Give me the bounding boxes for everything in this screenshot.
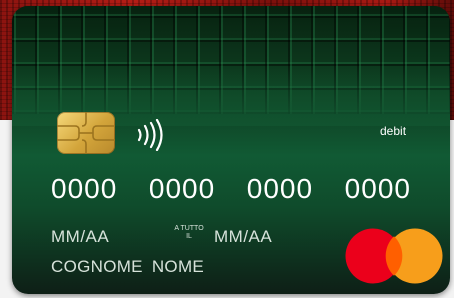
card-number-group: 0000: [344, 173, 411, 204]
mastercard-logo-icon: [345, 228, 443, 284]
emv-chip-icon: [57, 112, 115, 154]
issue-date: MM/AA: [51, 227, 110, 246]
card-number-group: 0000: [148, 173, 216, 204]
valid-thru-label: A TUTTO IL: [174, 225, 204, 240]
card-number: 0000 0000 0000 0000: [51, 173, 411, 205]
card-number-group: 0000: [246, 173, 314, 204]
card-type-label: debit: [380, 124, 407, 138]
cardholder-name: COGNOME NOME: [51, 257, 205, 276]
debit-card: debit 0000 0000 0000 0000 MM/AA A TUTTO …: [12, 6, 450, 294]
contactless-icon: [137, 119, 163, 151]
expiry-date: MM/AA: [214, 227, 273, 246]
card-number-group: 0000: [51, 173, 118, 204]
